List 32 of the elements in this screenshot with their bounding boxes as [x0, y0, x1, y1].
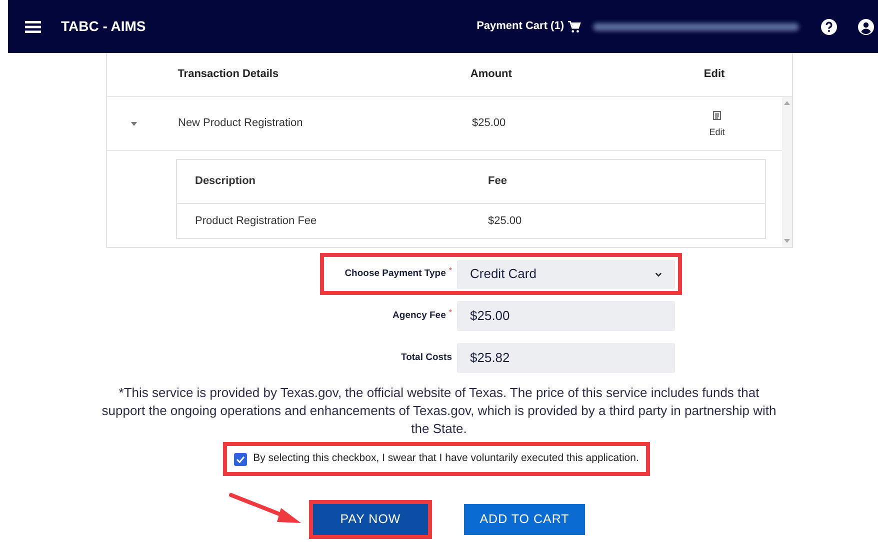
field-label: Total Costs — [400, 350, 452, 365]
app-title: TABC - AIMS — [61, 17, 146, 36]
column-header: Transaction Details — [178, 67, 280, 82]
table-cell-text: $25.00 — [472, 116, 507, 132]
pay-now-button[interactable]: PAY NOW — [313, 504, 428, 535]
table-cell-text: Product Registration Fee — [194, 214, 318, 229]
checkbox-label: By selecting this checkbox, I swear that I have voluntarily executed this application. — [253, 451, 639, 466]
payment-cart-link[interactable]: Payment Cart (1) — [476, 18, 564, 35]
add-to-cart-button[interactable]: ADD TO CART — [464, 504, 585, 535]
readonly-field[interactable]: $25.00 — [457, 301, 675, 331]
field-label: Choose Payment Type — [344, 266, 446, 281]
column-header: Edit — [702, 67, 726, 82]
menu-icon[interactable] — [25, 20, 41, 34]
account-icon[interactable] — [858, 18, 874, 34]
checkbox[interactable] — [234, 452, 248, 466]
table-cell-text: New Product Registration — [178, 116, 304, 132]
chevron-down-icon[interactable] — [655, 272, 662, 276]
required-mark: * — [448, 266, 452, 275]
edit-link[interactable]: Edit — [709, 126, 725, 140]
required-mark: * — [448, 308, 452, 317]
column-header: Description — [194, 174, 257, 190]
column-header: Amount — [470, 67, 513, 82]
payment-type-select[interactable]: Credit Card — [457, 260, 675, 288]
readonly-field[interactable]: $25.82 — [457, 343, 675, 373]
document-icon[interactable] — [713, 111, 721, 120]
cart-icon[interactable] — [568, 20, 581, 32]
collapse-caret-icon[interactable] — [131, 122, 137, 126]
field-label: Agency Fee — [392, 308, 446, 323]
table-cell-text: $25.00 — [488, 214, 522, 229]
disclaimer-text: *This service is provided by Texas.gov, the official website of Texas. The price of this service includes funds that support the ongoing operations and enhancements of Texas.gov, which is provided by a third party in partnership with the State. — [100, 384, 778, 438]
help-icon[interactable] — [821, 18, 837, 34]
column-header: Fee — [488, 174, 507, 190]
